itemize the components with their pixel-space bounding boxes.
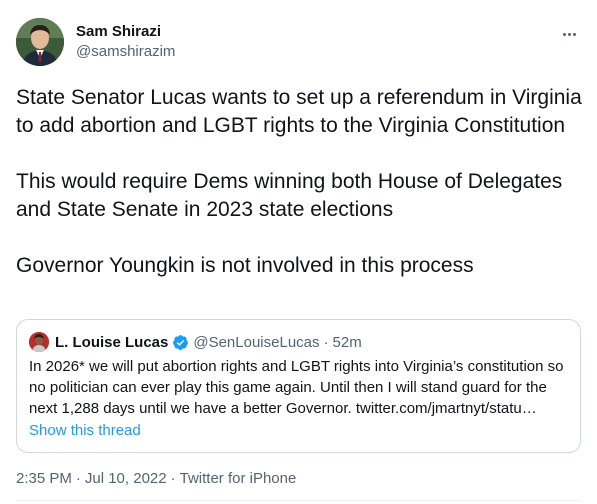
- quoted-tweet-header: L. Louise Lucas @SenLouiseLucas · 52m: [29, 332, 362, 352]
- quoted-tweet-text: In 2026* we will put abortion rights and…: [29, 358, 564, 417]
- tweet-paragraph: Governor Youngkin is not involved in thi…: [16, 254, 474, 277]
- tweet-paragraph: This would require Dems winning both Hou…: [16, 170, 563, 221]
- tweet-time[interactable]: 2:35 PM: [16, 470, 72, 487]
- profile-photo-icon[interactable]: [16, 18, 64, 66]
- tweet-source[interactable]: Twitter for iPhone: [180, 470, 297, 487]
- tweet-card: Sam Shirazi @samshirazim State Senator L…: [0, 0, 597, 504]
- more-dot: [567, 32, 571, 36]
- quoted-timestamp[interactable]: 52m: [333, 334, 362, 351]
- tweet-date[interactable]: Jul 10, 2022: [85, 470, 167, 487]
- more-dot: [572, 32, 576, 36]
- quoted-display-name[interactable]: L. Louise Lucas: [55, 334, 168, 351]
- divider: [16, 500, 581, 501]
- quoted-handle[interactable]: @SenLouiseLucas: [193, 334, 319, 351]
- show-thread-link[interactable]: Show this thread: [29, 421, 141, 441]
- verified-badge-icon: [173, 334, 189, 350]
- quoted-tweet[interactable]: L. Louise Lucas @SenLouiseLucas · 52m In…: [16, 319, 581, 453]
- tweet-header: Sam Shirazi @samshirazim: [16, 16, 581, 68]
- tweet-paragraph: State Senator Lucas wants to set up a re…: [16, 86, 582, 137]
- separator-dot: ·: [323, 333, 329, 351]
- tweet-metadata: 2:35 PM · Jul 10, 2022 · Twitter for iPhone: [16, 469, 296, 489]
- more-dot: [562, 32, 566, 36]
- separator-dot: ·: [75, 470, 81, 487]
- more-horizontal-icon[interactable]: [559, 24, 579, 44]
- tweet-text: State Senator Lucas wants to set up a re…: [16, 84, 586, 280]
- author-display-name[interactable]: Sam Shirazi: [76, 22, 175, 42]
- author-names: Sam Shirazi @samshirazim: [76, 22, 175, 62]
- quoted-profile-photo-icon[interactable]: [29, 332, 49, 352]
- author-handle[interactable]: @samshirazim: [76, 42, 175, 62]
- separator-dot: ·: [170, 470, 176, 487]
